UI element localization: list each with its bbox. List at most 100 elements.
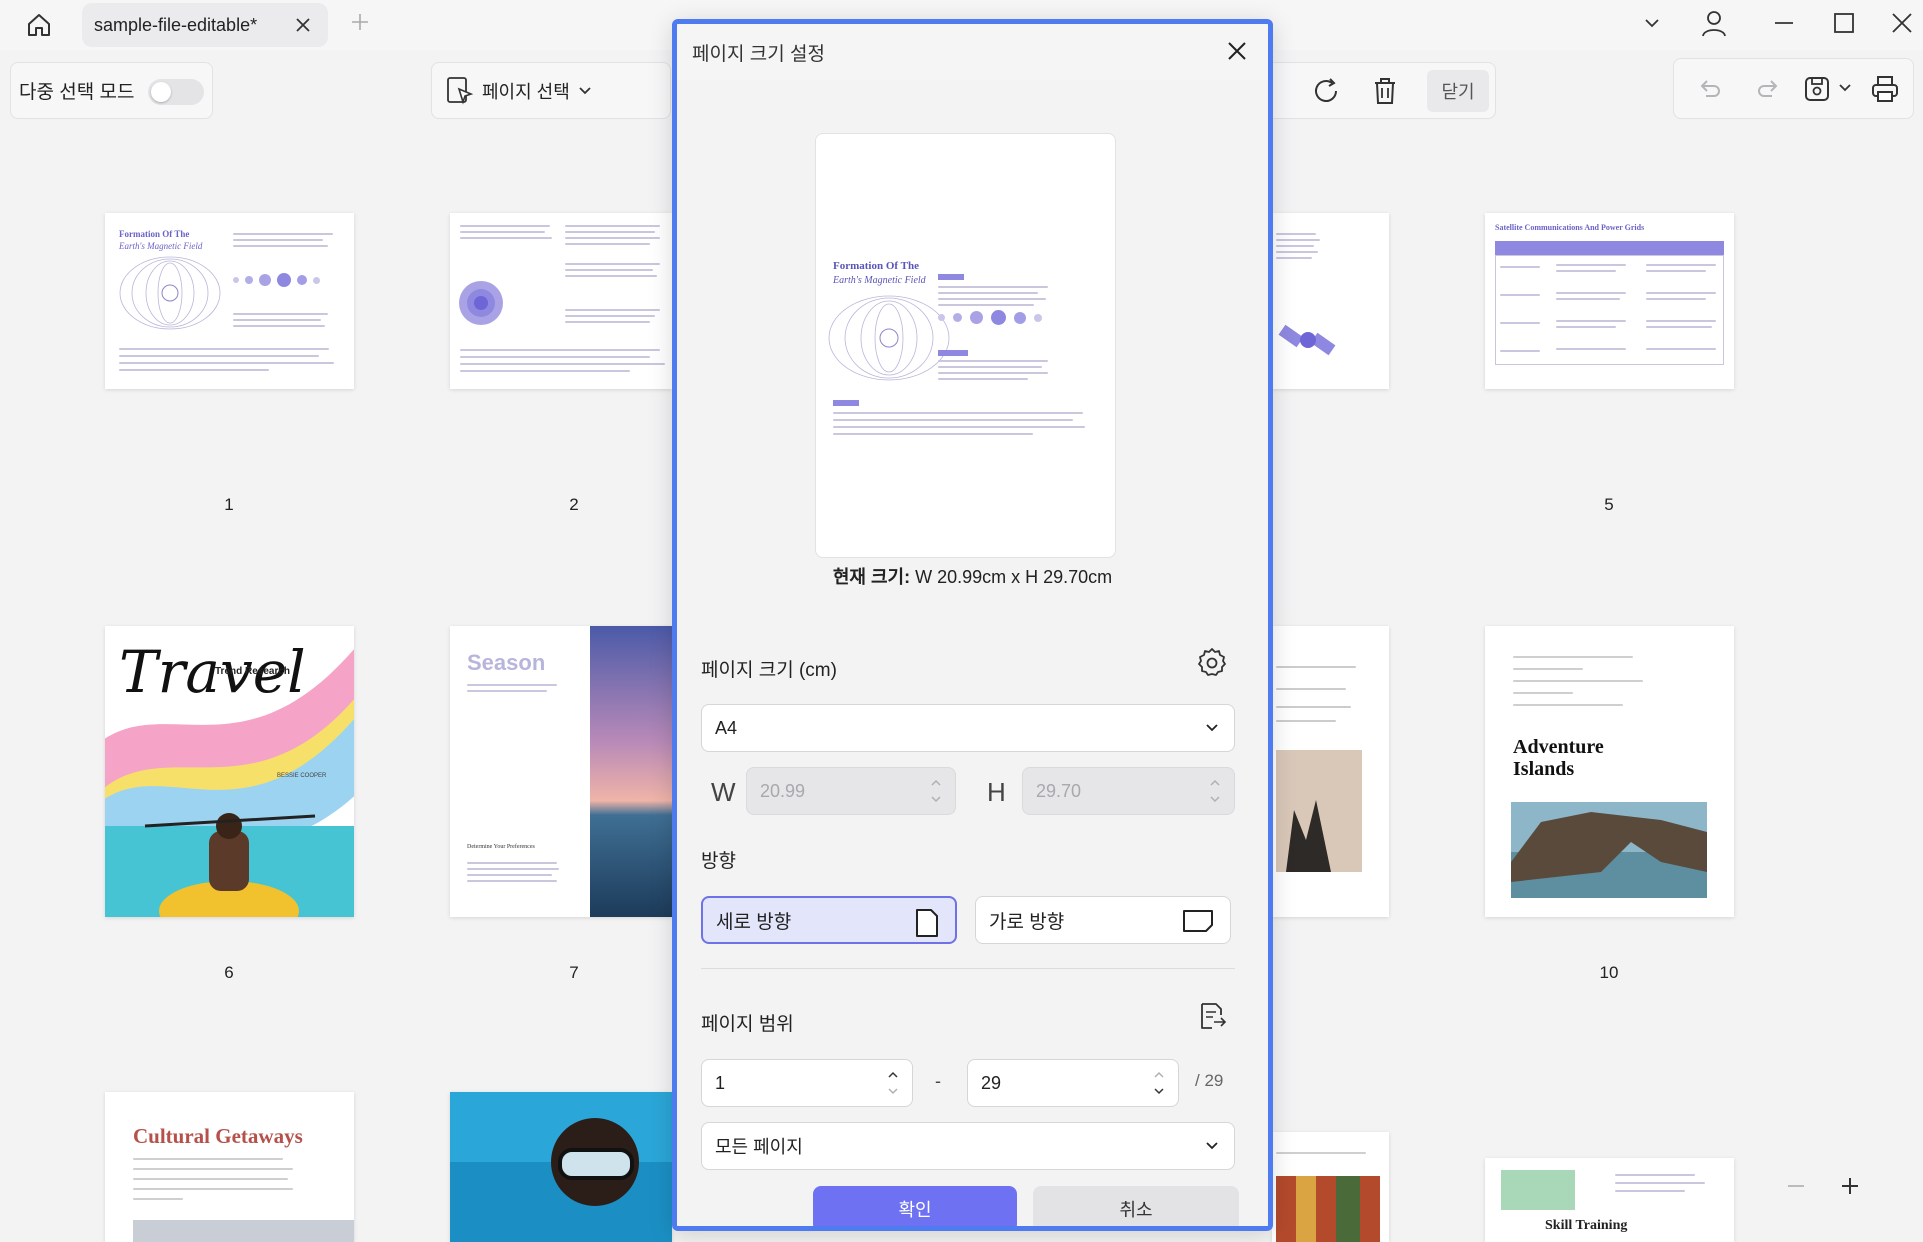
maximize-icon[interactable] [1826,8,1862,38]
table-header [1495,241,1724,255]
rotate-icon[interactable] [1311,75,1343,107]
print-icon[interactable] [1868,73,1902,105]
range-option-select[interactable]: 모든 페이지 [701,1122,1235,1170]
stepper-icon [1210,779,1220,803]
confirm-button[interactable]: 확인 [813,1186,1017,1226]
page-thumbnail-15[interactable]: Skill Training [1485,1158,1734,1242]
page-thumbnail-6[interactable]: Travel Trend Research BESSIE COOPER [105,626,354,917]
range-from-input[interactable]: 1 [701,1059,913,1107]
preview-title: Formation Of The [833,260,919,272]
thumbnail-title: Adventure Islands [1513,736,1604,780]
width-input[interactable]: 20.99 [746,767,956,815]
thumbnail-image [133,1220,354,1242]
page-thumbnail-14[interactable] [1272,1132,1389,1242]
cancel-button[interactable]: 취소 [1033,1186,1239,1226]
landscape-page-icon [1183,910,1213,932]
thumbnail-title: Formation Of The [119,229,190,239]
page-number: 2 [569,495,579,514]
range-to-input[interactable]: 29 [967,1059,1179,1107]
multi-select-label: 다중 선택 모드 [19,82,135,103]
document-tab-title: sample-file-editable* [94,14,258,35]
diver-photo [450,1092,672,1242]
range-from-value: 1 [715,1072,726,1093]
planet-row [233,273,320,287]
document-tab[interactable]: sample-file-editable* [82,3,328,47]
trash-icon[interactable] [1369,75,1401,107]
page-thumbnail-1[interactable]: Formation Of The Earth's Magnetic Field [105,213,354,389]
redo-icon[interactable] [1754,75,1782,103]
dialog-body: Formation Of The Earth's Magnetic Field [677,80,1268,1226]
current-size: 현재 크기: W 20.99cm x H 29.70cm [677,563,1268,589]
page-thumbnail-2[interactable] [450,213,672,389]
home-icon[interactable] [20,8,58,42]
range-to-value: 29 [981,1072,1002,1093]
preview-tag [833,400,859,406]
stepper-icon[interactable] [1152,1066,1166,1100]
page-select-label: 페이지 선택 [482,81,570,102]
confirm-label: 확인 [898,1200,932,1220]
height-letter: H [987,777,1006,807]
chevron-down-icon [1206,724,1218,732]
preview-tag [938,274,964,280]
page-thumbnail-9[interactable] [1272,626,1389,917]
close-button[interactable]: 닫기 [1427,70,1489,112]
page-size-label: 페이지 크기 (cm) [701,660,837,681]
magnetic-field-illustration [828,295,950,381]
close-icon[interactable] [1222,36,1252,66]
close-tab-icon[interactable] [292,14,314,36]
thumbnail-title: Skill Training [1545,1218,1628,1233]
page-thumbnail-12[interactable] [450,1092,672,1242]
portrait-option[interactable]: 세로 방향 [701,896,957,944]
range-dash: - [935,1071,941,1091]
add-tab-icon[interactable] [348,10,372,34]
chevron-down-icon[interactable] [1634,8,1670,38]
user-icon[interactable] [1696,8,1732,38]
market-photo [1276,1176,1380,1242]
thumbnail-badge: Trend Research [215,666,291,677]
height-input[interactable]: 29.70 [1022,767,1235,815]
rock-photo [1276,750,1362,872]
planet-row [938,310,1042,325]
landscape-option[interactable]: 가로 방향 [975,896,1231,944]
page-size-dialog: 페이지 크기 설정 Formation Of The Earth's Magne… [672,19,1273,1231]
page-range-icon[interactable] [1196,1000,1228,1032]
orientation-label: 방향 [701,851,736,872]
current-size-value: W 20.99cm x H 29.70cm [915,567,1113,587]
width-value: 20.99 [760,780,806,801]
preview-subtitle: Earth's Magnetic Field [833,275,926,286]
chevron-down-icon[interactable] [1836,79,1854,97]
page-select-dropdown[interactable]: 페이지 선택 [431,62,671,119]
preview-tag [938,350,968,356]
page-thumbnail-4[interactable] [1272,213,1389,389]
page-thumbnail-11[interactable]: Cultural Getaways [105,1092,354,1242]
page-thumbnail-7[interactable]: Season Determine Your Preferences [450,626,672,917]
save-icon[interactable] [1800,73,1834,105]
satellite-illustration [1278,324,1336,356]
minimize-icon[interactable] [1766,8,1802,38]
dialog-header: 페이지 크기 설정 [677,24,1268,80]
section-divider [701,968,1235,969]
page-thumbnail-5[interactable]: Satellite Communications And Power Grids [1485,213,1734,389]
stepper-icon[interactable] [886,1066,900,1100]
thumbnail-title: Satellite Communications And Power Grids [1495,223,1645,232]
window-close-icon[interactable] [1884,8,1920,38]
page-tools-group: 닫기 [1258,62,1496,119]
height-value: 29.70 [1036,780,1082,801]
page-number: 6 [224,963,234,982]
island-photo [1511,802,1707,898]
current-size-label: 현재 크기: [832,567,911,587]
chevron-down-icon [1206,1142,1218,1150]
page-number: 1 [224,495,234,514]
page-thumbnail-10[interactable]: Adventure Islands [1485,626,1734,917]
gear-icon[interactable] [1196,646,1228,678]
range-option-value: 모든 페이지 [715,1137,803,1157]
page-preview: Formation Of The Earth's Magnetic Field [815,133,1116,558]
multi-select-toggle[interactable] [148,79,204,105]
paper-size-select[interactable]: A4 [701,704,1235,752]
stepper-icon [931,779,941,803]
chevron-down-icon [579,86,591,94]
zoom-out-icon[interactable] [1782,1172,1810,1200]
magnetic-field-illustration [119,256,221,330]
zoom-in-icon[interactable] [1836,1172,1864,1200]
undo-icon[interactable] [1696,75,1724,103]
